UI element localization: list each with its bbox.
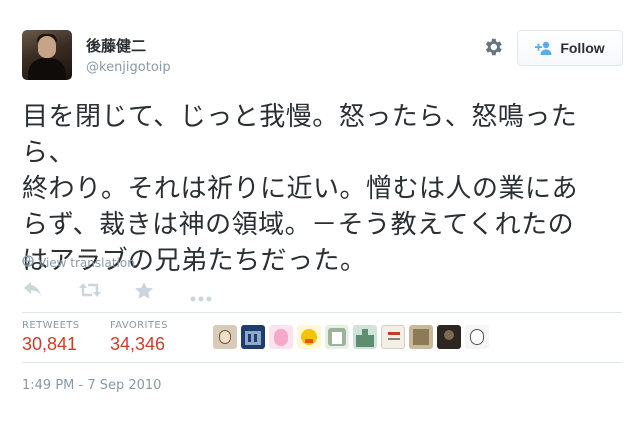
user-avatar[interactable] <box>22 30 72 80</box>
retweets-label: RETWEETS <box>22 320 80 331</box>
favoriter-avatar-5[interactable] <box>325 325 349 349</box>
gear-icon[interactable] <box>482 36 504 58</box>
user-display-name[interactable]: 後藤健二 <box>86 35 146 56</box>
favoriter-avatar-1[interactable] <box>213 325 237 349</box>
globe-icon <box>22 255 34 270</box>
view-translation-link[interactable]: View translation <box>22 255 135 270</box>
divider-bottom <box>22 362 622 363</box>
tweet-timestamp[interactable]: 1:49 PM - 7 Sep 2010 <box>22 378 161 393</box>
follow-label: Follow <box>560 40 605 56</box>
tweet-text: 目を閉じて、じっと我慢。怒ったら、怒鳴ったら、 終わり。それは祈りに近い。憎むは… <box>22 102 578 276</box>
avatar-body <box>28 58 66 80</box>
favorites-label: FAVORITES <box>110 320 168 331</box>
retweet-icon[interactable] <box>79 282 101 300</box>
favoriter-avatar-6[interactable] <box>353 325 377 349</box>
favoriter-avatar-2[interactable] <box>241 325 265 349</box>
user-handle[interactable]: @kenjigotoip <box>86 60 171 75</box>
tweet-card: 後藤健二 @kenjigotoip Follow 目を閉じて、じっと我慢。怒った… <box>0 0 640 426</box>
add-user-icon <box>535 41 553 55</box>
star-icon[interactable] <box>135 282 153 300</box>
favorited-by-list <box>213 325 489 349</box>
reply-icon[interactable] <box>24 282 42 300</box>
favoriter-avatar-7[interactable] <box>381 325 405 349</box>
more-dots-icon[interactable] <box>190 287 212 305</box>
favoriter-avatar-9[interactable] <box>437 325 461 349</box>
avatar-head <box>38 36 56 58</box>
divider-top <box>22 312 622 313</box>
view-translation-label: View translation <box>38 255 135 270</box>
tweet-actions <box>22 282 242 302</box>
follow-button[interactable]: Follow <box>517 30 623 66</box>
favoriter-avatar-8[interactable] <box>409 325 433 349</box>
favoriter-avatar-3[interactable] <box>269 325 293 349</box>
favoriter-avatar-10[interactable] <box>465 325 489 349</box>
retweets-count: 30,841 <box>22 334 78 354</box>
favorites-count: 34,346 <box>110 334 166 354</box>
favoriter-avatar-4[interactable] <box>297 325 321 349</box>
